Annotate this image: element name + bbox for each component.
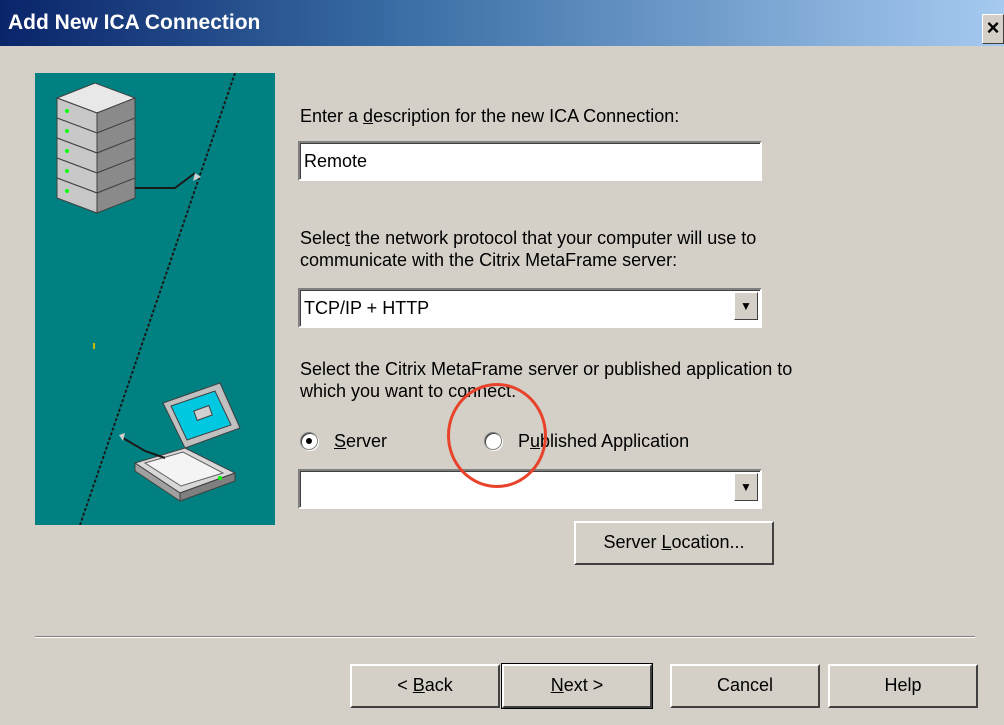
dropdown-arrow-icon: ▼ — [740, 299, 752, 313]
radio-server[interactable]: Server — [300, 430, 410, 456]
cancel-button[interactable]: Cancel — [670, 664, 820, 708]
target-dropdown-button[interactable]: ▼ — [734, 473, 758, 501]
protocol-dropdown-button[interactable]: ▼ — [734, 292, 758, 320]
radio-server-button[interactable] — [300, 432, 318, 450]
footer-separator — [35, 636, 975, 638]
target-label: Select the Citrix MetaFrame server or pu… — [300, 359, 793, 401]
wizard-illustration — [35, 72, 275, 526]
back-button[interactable]: < Back — [350, 664, 500, 708]
description-input[interactable]: Remote — [298, 141, 762, 181]
help-button[interactable]: Help — [828, 664, 978, 708]
description-value: Remote — [304, 151, 368, 171]
close-button[interactable]: × — [982, 14, 1004, 44]
close-icon: × — [986, 15, 1000, 40]
target-select[interactable]: ▼ — [298, 469, 762, 509]
title-bar: Add New ICA Connection × — [0, 0, 1004, 46]
radio-checked-dot — [306, 438, 312, 444]
laptop-icon — [119, 382, 241, 502]
description-label: Enter a description for the new ICA Conn… — [300, 106, 680, 126]
highlight-circle — [447, 383, 547, 488]
server-stack-icon — [55, 82, 201, 214]
window-title: Add New ICA Connection — [8, 11, 261, 34]
radio-server-label: Server — [334, 431, 388, 451]
protocol-value: TCP/IP + HTTP — [304, 298, 430, 318]
network-illustration — [55, 72, 241, 526]
server-location-button[interactable]: Server Location... — [574, 521, 774, 565]
next-button[interactable]: Next > — [501, 663, 653, 709]
dropdown-arrow-icon: ▼ — [740, 480, 752, 494]
protocol-label: Select the network protocol that your co… — [300, 228, 757, 270]
protocol-select[interactable]: TCP/IP + HTTP ▼ — [298, 288, 762, 328]
